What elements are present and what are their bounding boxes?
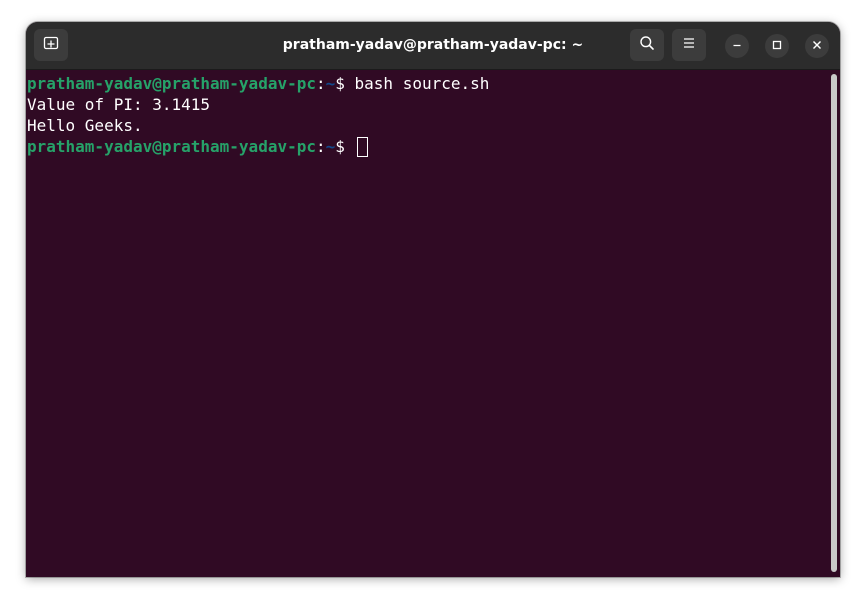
terminal-line-prompt: pratham-yadav@pratham-yadav-pc:~$ <box>27 136 368 157</box>
terminal-output-line: Value of PI: 3.1415 <box>27 95 211 114</box>
search-button[interactable] <box>630 29 664 61</box>
hamburger-menu-icon <box>682 36 696 55</box>
close-button[interactable] <box>805 34 829 58</box>
terminal-output[interactable]: pratham-yadav@pratham-yadav-pc:~$ bash s… <box>26 70 840 577</box>
text-cursor <box>356 137 368 157</box>
prompt-user-host: pratham-yadav@pratham-yadav-pc <box>27 137 316 156</box>
prompt-symbol: $ <box>335 74 355 93</box>
menu-button[interactable] <box>672 29 706 61</box>
prompt-colon: : <box>315 74 326 93</box>
prompt-path: ~ <box>325 74 336 93</box>
maximize-icon <box>772 37 782 55</box>
search-icon <box>639 35 655 56</box>
minimize-icon <box>732 37 742 55</box>
minimize-button[interactable] <box>725 34 749 58</box>
vertical-scrollbar[interactable] <box>831 74 837 572</box>
prompt-path: ~ <box>325 137 336 156</box>
terminal-window: pratham-yadav@pratham-yadav-pc: ~ pratha… <box>26 22 840 577</box>
command-text: bash source.sh <box>354 74 490 93</box>
maximize-button[interactable] <box>765 34 789 58</box>
new-tab-icon <box>43 35 59 56</box>
prompt-symbol: $ <box>335 137 355 156</box>
new-tab-button[interactable] <box>34 29 68 61</box>
title-bar[interactable]: pratham-yadav@pratham-yadav-pc: ~ <box>26 22 840 70</box>
prompt-user-host: pratham-yadav@pratham-yadav-pc <box>27 74 316 93</box>
close-icon <box>812 37 822 55</box>
terminal-output-line: Hello Geeks. <box>27 116 143 135</box>
prompt-colon: : <box>315 137 326 156</box>
window-title: pratham-yadav@pratham-yadav-pc: ~ <box>282 37 584 53</box>
terminal-line-command: pratham-yadav@pratham-yadav-pc:~$ bash s… <box>27 73 489 94</box>
